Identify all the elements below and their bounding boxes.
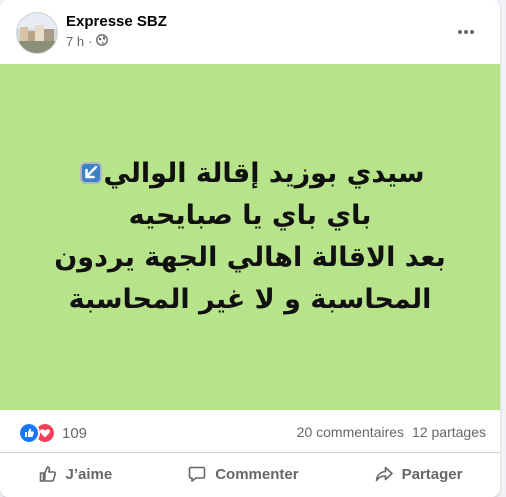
shares-count[interactable]: 12 partages	[412, 424, 486, 440]
post-line-1: سيدي بوزيد إقالة الوالي	[54, 153, 446, 195]
post-time[interactable]: 7 h	[66, 34, 84, 49]
more-options-button[interactable]	[452, 18, 480, 46]
engagement-counts: 20 commentaires 12 partages	[297, 424, 486, 440]
like-reaction-icon	[18, 422, 40, 444]
reaction-count: 109	[62, 424, 88, 442]
post-line-3: بعد الاقالة اهالي الجهة يردون	[54, 242, 446, 273]
comment-button[interactable]: Commenter	[177, 458, 308, 490]
avatar[interactable]	[16, 12, 58, 54]
globe-icon[interactable]	[96, 34, 109, 49]
reactions-summary[interactable]: 109	[18, 422, 87, 444]
arrow-down-left-emoji	[80, 162, 103, 184]
post-actions: J’aime Commenter Partager	[0, 452, 500, 496]
post-stats: 109 20 commentaires 12 partages	[0, 410, 500, 453]
meta-separator: ·	[88, 34, 93, 49]
share-label: Partager	[401, 465, 463, 483]
like-button[interactable]: J’aime	[28, 458, 123, 490]
share-button[interactable]: Partager	[364, 458, 473, 490]
like-label: J’aime	[65, 465, 113, 483]
author-name[interactable]: Expresse SBZ	[66, 13, 167, 30]
comment-icon	[188, 466, 206, 482]
share-icon	[375, 466, 393, 482]
post-line-4: المحاسبة و لا غير المحاسبة	[68, 284, 432, 315]
comments-count[interactable]: 20 commentaires	[297, 424, 404, 440]
post-card: Expresse SBZ 7 h · سيدي بوزيد إقالة الوا…	[0, 0, 500, 497]
post-meta: 7 h ·	[66, 34, 109, 49]
ellipsis-icon	[458, 30, 474, 34]
post-line-1-text: سيدي بوزيد إقالة الوالي	[103, 158, 425, 189]
comment-label: Commenter	[215, 465, 299, 483]
thumbs-up-icon	[39, 466, 56, 482]
avatar-image	[17, 13, 57, 53]
post-line-2: باي باي يا صبايحيه	[128, 200, 372, 231]
post-text-background[interactable]: سيدي بوزيد إقالة الوالي باي باي يا صبايح…	[0, 64, 500, 410]
post-text: سيدي بوزيد إقالة الوالي باي باي يا صبايح…	[54, 153, 446, 321]
post-header: Expresse SBZ 7 h ·	[0, 0, 500, 64]
